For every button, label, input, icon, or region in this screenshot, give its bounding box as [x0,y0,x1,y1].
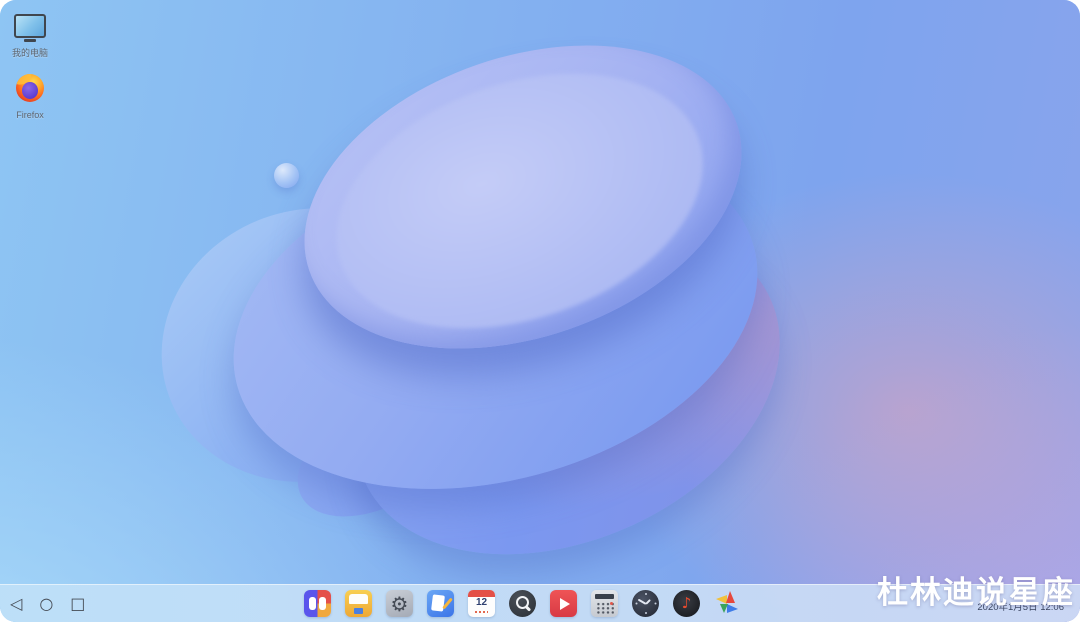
music-icon[interactable]: ♪ [673,590,700,617]
pinwheel-blade-green [720,604,728,613]
calculator-icon[interactable] [591,590,618,617]
desktop-icon-firefox[interactable]: Firefox [0,74,60,120]
home-button[interactable]: ○ [39,595,53,612]
video-player-icon[interactable] [550,590,577,617]
launcher-pill-left [309,597,316,610]
play-triangle-icon [560,597,570,610]
search-icon[interactable] [509,590,536,617]
file-manager-icon[interactable] [345,590,372,617]
device-screen: 我的电脑 Firefox ◁ ○ □ ⚙ 12 ♪ 2020年1月5日 12:0… [0,0,1080,622]
watermark-text: 杜林迪说星座 [877,575,1075,610]
desktop-icon-label: 我的电脑 [11,48,48,58]
pinwheel-blade-red [726,591,735,603]
dock: ⚙ 12 ♪ [304,590,741,617]
desktop-wallpaper [0,0,1080,622]
launcher-pill-right [319,597,326,610]
music-note-icon: ♪ [681,594,692,612]
settings-icon[interactable]: ⚙ [386,590,413,617]
file-page-icon [349,594,368,604]
firefox-globe-icon [22,81,38,99]
calendar-day-number: 12 [475,597,488,608]
pinwheel-app-icon[interactable] [714,590,741,617]
clock-icon[interactable] [632,590,659,617]
calendar-marks [475,611,488,613]
clock-minute-hand [637,598,646,605]
calculator-display [595,594,614,599]
wallpaper-sculpture [0,0,1080,622]
desktop-icon-my-computer[interactable]: 我的电脑 [0,12,60,59]
nav-button-zone: ◁ ○ □ [10,585,85,622]
calendar-header-band [468,590,495,597]
app-launcher-icon[interactable] [304,590,331,617]
calendar-icon[interactable]: 12 [468,590,495,617]
file-tab-icon [354,608,363,614]
back-button[interactable]: ◁ [10,595,22,612]
calculator-red-key [610,602,613,605]
desktop-icon-label: Firefox [16,110,44,120]
wallpaper-sphere [274,163,299,188]
recents-button[interactable]: □ [70,595,85,612]
clock-ticks [644,593,647,595]
gear-icon: ⚙ [390,591,409,616]
computer-monitor-icon [14,14,46,38]
text-editor-icon[interactable] [427,590,454,617]
magnifier-handle-icon [524,604,532,612]
pinwheel-blade-blue [727,604,738,613]
firefox-icon [16,74,44,102]
editor-page-icon [431,594,445,612]
